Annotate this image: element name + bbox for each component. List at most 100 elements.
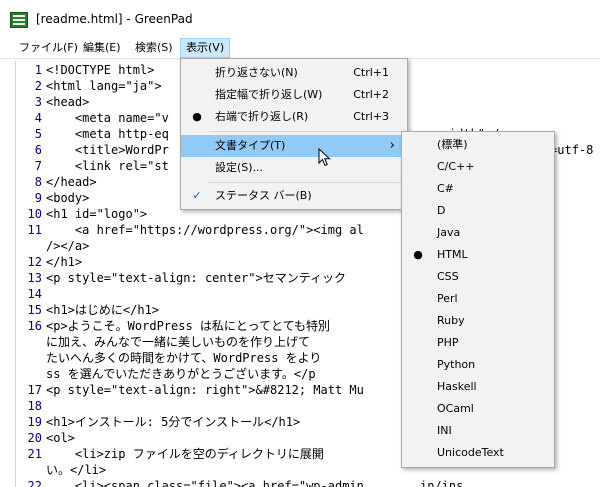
menu-item-label: CSS	[437, 270, 459, 283]
doctype-item[interactable]: ● HTML	[402, 244, 554, 266]
line-text: <p style="text-align: right">&#8212; Mat…	[46, 383, 364, 397]
view-menu-dropdown: 折り返さない(N) Ctrl+1 指定幅で折り返し(W) Ctrl+2 ● 右端…	[180, 58, 408, 210]
menu-item-shortcut: Ctrl+2	[353, 88, 389, 101]
menu-item-label: UnicodeText	[437, 446, 504, 459]
doctype-item[interactable]: CSS	[402, 266, 554, 288]
menu-item-document-type[interactable]: 文書タイプ(T) ›	[181, 135, 407, 157]
menu-item-label: ステータス バー(B)	[215, 189, 312, 202]
doctype-item[interactable]: Haskell	[402, 376, 554, 398]
doctype-item[interactable]: C/C++	[402, 156, 554, 178]
menu-item-shortcut: Ctrl+3	[353, 110, 389, 123]
line-text: <p style="text-align: center">セマンティック	[46, 271, 347, 285]
line-text: <title>WordPr	[46, 143, 169, 157]
menu-item-label: 右端で折り返し(R)	[215, 110, 309, 123]
menu-item-label: Perl	[437, 292, 458, 305]
line-number: 7	[34, 159, 42, 173]
line-text: に加え、みんなで一緒に美しいものを作り上げて	[46, 335, 311, 349]
menu-item-wrap-right-edge[interactable]: ● 右端で折り返し(R) Ctrl+3	[181, 106, 407, 128]
doctype-item[interactable]: D	[402, 200, 554, 222]
line-number: 13	[27, 271, 42, 285]
mouse-pointer-icon	[318, 148, 331, 167]
line-number: 8	[34, 175, 42, 189]
line-number: 20	[27, 431, 42, 445]
line-number: 18	[27, 399, 42, 413]
line-text: </h1>	[46, 255, 83, 269]
line-number: 6	[34, 143, 42, 157]
doctype-item[interactable]: PHP	[402, 332, 554, 354]
menu-item-label: 指定幅で折り返し(W)	[215, 88, 323, 101]
line-text: <head>	[46, 95, 90, 109]
menu-item-wrap-width[interactable]: 指定幅で折り返し(W) Ctrl+2	[181, 84, 407, 106]
line-number: 19	[27, 415, 42, 429]
menu-item-label: Python	[437, 358, 476, 371]
greenpad-app-icon[interactable]	[10, 12, 28, 28]
menu-item-label: 折り返さない(N)	[215, 66, 298, 79]
line-text: <meta http-eq	[46, 127, 169, 141]
menu-item-label: C/C++	[437, 160, 475, 173]
menu-bar: ファイル(F) 編集(E) 検索(S) 表示(V)	[0, 38, 600, 59]
line-text: </head>	[46, 175, 97, 189]
menu-item-settings[interactable]: 設定(S)...	[181, 157, 407, 179]
menu-item-status-bar[interactable]: ✓ ステータス バー(B)	[181, 185, 407, 207]
line-text: い。</li>	[46, 463, 107, 477]
line-text: <body>	[46, 191, 90, 205]
doctype-item[interactable]: OCaml	[402, 398, 554, 420]
doctype-item[interactable]: Python	[402, 354, 554, 376]
menu-item-label: 設定(S)...	[215, 161, 264, 174]
line-text: <h1>インストール: 5分でインストール</h1>	[46, 415, 301, 429]
menu-search[interactable]: 検索(S)	[130, 38, 178, 58]
menu-separator	[209, 131, 405, 132]
line-text: <html lang="ja">	[46, 79, 162, 93]
line-number: 14	[27, 287, 42, 301]
doctype-item[interactable]: C#	[402, 178, 554, 200]
menu-item-no-wrap[interactable]: 折り返さない(N) Ctrl+1	[181, 62, 407, 84]
line-number: 3	[34, 95, 42, 109]
line-number: 15	[27, 303, 42, 317]
line-text: ss を選んでいただきありがとうございます。</p	[46, 367, 316, 381]
line-text: <li><span class="file"><a href="wp-admin	[46, 479, 364, 487]
menu-item-label: INI	[437, 424, 452, 437]
menu-separator	[209, 182, 405, 183]
menu-item-label: Java	[437, 226, 461, 239]
doctype-item[interactable]: INI	[402, 420, 554, 442]
menu-item-label: (標準)	[437, 138, 468, 151]
menu-item-label: D	[437, 204, 446, 217]
menu-item-label: Ruby	[437, 314, 465, 327]
line-text: <!DOCTYPE html>	[46, 63, 155, 77]
doctype-item[interactable]: Java	[402, 222, 554, 244]
line-number: 22	[27, 479, 42, 487]
line-text: <meta name="v	[46, 111, 169, 125]
line-text: /></a>	[46, 239, 90, 253]
line-text: <link rel="st	[46, 159, 169, 173]
line-text: たいへん多くの時間をかけて、WordPress をより	[46, 351, 322, 365]
menu-item-label: 文書タイプ(T)	[215, 139, 286, 152]
menu-item-shortcut: Ctrl+1	[353, 66, 389, 79]
menu-file[interactable]: ファイル(F)	[14, 38, 83, 58]
title-bar[interactable]: [readme.html] - GreenPad	[0, 0, 600, 38]
menu-item-label: PHP	[437, 336, 459, 349]
checkmark-icon: ✓	[192, 189, 202, 202]
document-type-submenu: (標準) C/C++ C# D Java ● HTML CSS Perl Ruby PHP Pytho…	[401, 131, 555, 468]
doctype-item[interactable]: Ruby	[402, 310, 554, 332]
menu-edit[interactable]: 編集(E)	[78, 38, 126, 58]
line-number: 11	[27, 223, 42, 237]
line-number: 16	[27, 319, 42, 333]
menu-item-label: OCaml	[437, 402, 474, 415]
line-text-overflow: in/ins	[420, 479, 464, 487]
radio-selected-icon: ●	[413, 248, 423, 261]
line-number: 21	[27, 447, 42, 461]
submenu-arrow-icon: ›	[389, 138, 395, 153]
line-text: <li>zip ファイルを空のディレクトリに展開	[46, 447, 324, 461]
menu-view[interactable]: 表示(V)	[180, 38, 231, 58]
window-title: [readme.html] - GreenPad	[36, 12, 193, 26]
line-number: 10	[27, 207, 42, 221]
line-number: 17	[27, 383, 42, 397]
line-number: 4	[34, 111, 42, 125]
doctype-item[interactable]: (標準)	[402, 134, 554, 156]
doctype-item[interactable]: UnicodeText	[402, 442, 554, 464]
line-text: <h1 id="logo">	[46, 207, 148, 221]
line-number: 5	[34, 127, 42, 141]
menu-item-label: Haskell	[437, 380, 477, 393]
menu-item-label: HTML	[437, 248, 468, 261]
doctype-item[interactable]: Perl	[402, 288, 554, 310]
